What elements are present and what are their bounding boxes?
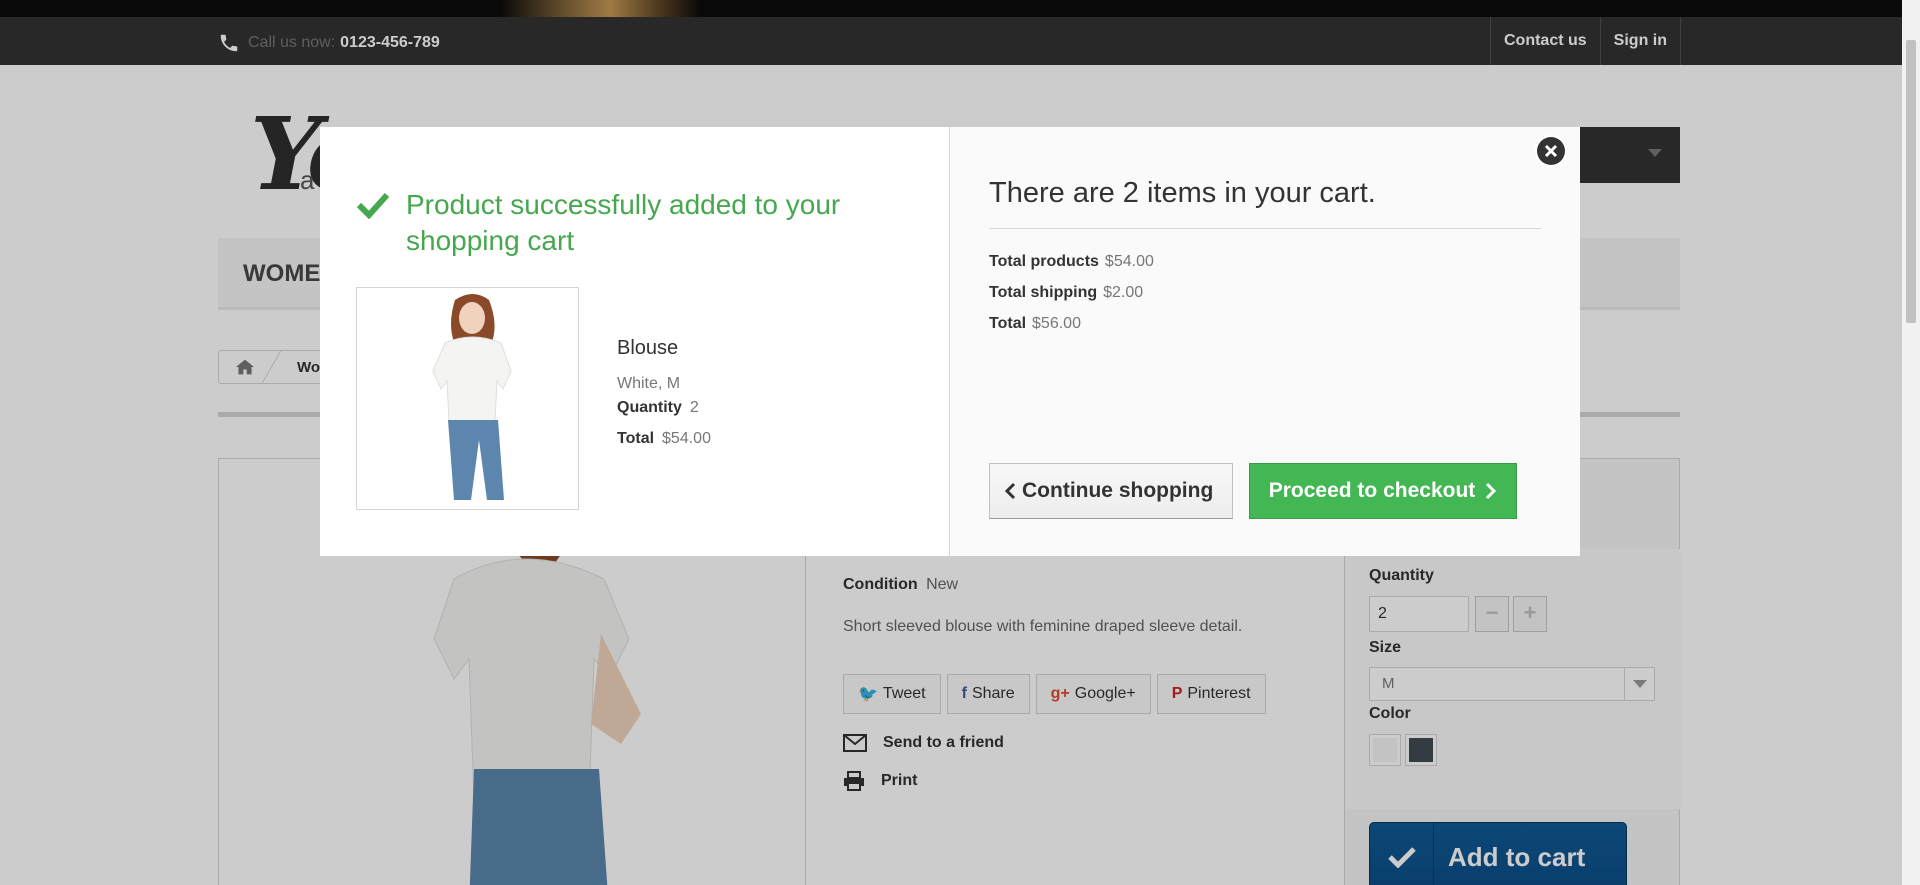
continue-shopping-label: Continue shopping xyxy=(1022,479,1214,502)
total-shipping-row: Total shipping $2.00 xyxy=(989,284,1143,302)
cart-quantity-label: Quantity xyxy=(617,399,682,416)
scrollbar-thumb[interactable] xyxy=(1906,40,1916,323)
cart-product-total-label: Total xyxy=(617,430,655,447)
chevron-right-icon xyxy=(1486,482,1497,500)
total-shipping-label: Total shipping xyxy=(989,284,1098,301)
page-scrollbar[interactable] xyxy=(1902,0,1920,885)
close-icon[interactable] xyxy=(1537,137,1565,165)
total-shipping-value: $2.00 xyxy=(1103,284,1144,301)
total-products-value: $54.00 xyxy=(1104,253,1154,270)
cart-quantity-value: 2 xyxy=(689,399,699,416)
cart-product-total-value: $54.00 xyxy=(662,430,711,447)
divider xyxy=(989,228,1541,229)
chevron-left-icon xyxy=(1004,482,1016,500)
cart-product-name: Blouse xyxy=(617,337,679,359)
proceed-to-checkout-button[interactable]: Proceed to checkout xyxy=(1249,463,1517,519)
success-title: Product successfully added to your shopp… xyxy=(406,189,841,256)
total-products-label: Total products xyxy=(989,253,1099,270)
total-products-row: Total products $54.00 xyxy=(989,253,1154,271)
modal-cart-summary: There are 2 items in your cart. Total pr… xyxy=(951,127,1580,556)
add-to-cart-modal: Product successfully added to your shopp… xyxy=(320,127,1580,556)
cart-total-label: Total xyxy=(989,315,1027,332)
checkmark-icon xyxy=(356,192,390,219)
continue-shopping-button[interactable]: Continue shopping xyxy=(989,463,1233,519)
cart-product-quantity: Quantity 2 xyxy=(617,399,699,417)
cart-total-value: $56.00 xyxy=(1032,315,1081,332)
cart-count-title: There are 2 items in your cart. xyxy=(989,177,1376,209)
proceed-to-checkout-label: Proceed to checkout xyxy=(1268,479,1476,502)
cart-product-total: Total $54.00 xyxy=(617,430,711,448)
cart-product-attributes: White, M xyxy=(617,375,681,392)
blouse-thumbnail xyxy=(357,288,578,509)
modal-product-panel: Product successfully added to your shopp… xyxy=(320,127,950,556)
success-message: Product successfully added to your shopp… xyxy=(356,187,876,259)
cart-total-row: Total $56.00 xyxy=(989,315,1081,333)
cart-product-image xyxy=(356,287,579,510)
